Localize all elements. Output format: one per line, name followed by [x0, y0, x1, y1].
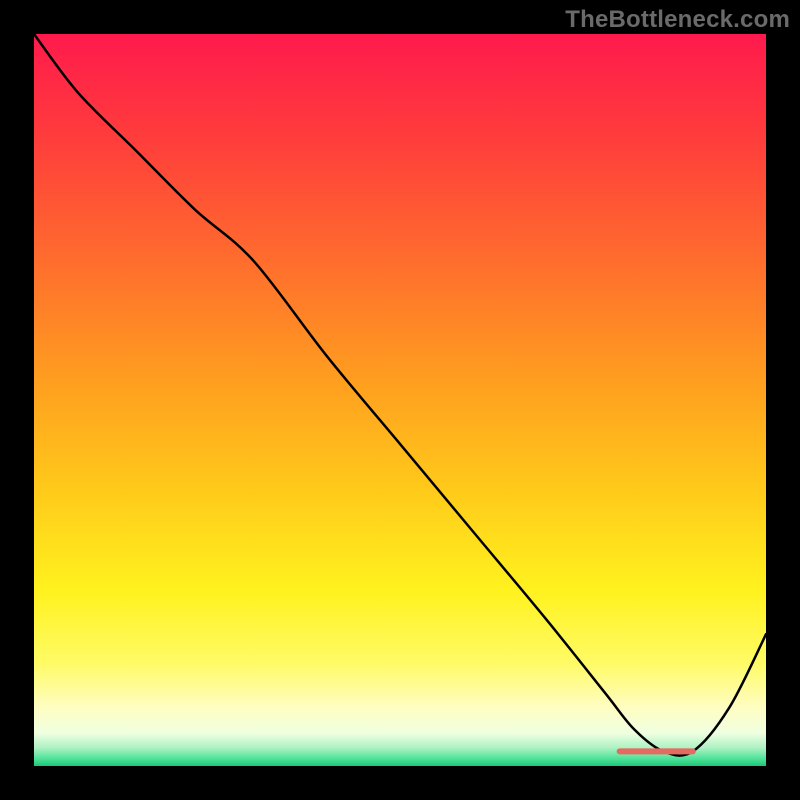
plot-area — [34, 34, 766, 766]
gradient-background — [34, 34, 766, 766]
chart-container: TheBottleneck.com — [0, 0, 800, 800]
chart-svg — [34, 34, 766, 766]
attribution-text: TheBottleneck.com — [565, 6, 790, 34]
